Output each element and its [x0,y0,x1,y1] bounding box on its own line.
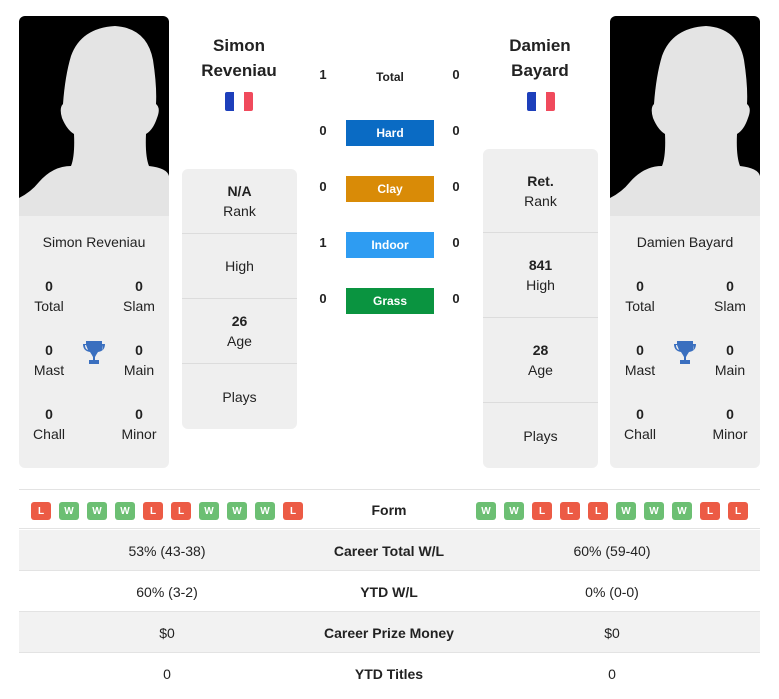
player2-rank: Ret. Rank [483,149,598,233]
form-loss-badge[interactable]: L [171,502,191,520]
surface-clay-button[interactable]: Clay [346,176,434,202]
player2-titles-total: 0 Total [625,278,655,314]
player-silhouette-icon [610,26,760,216]
trophy-icon [673,340,697,371]
player1-photo [19,16,169,216]
player2-stat-value: 0% (0-0) [585,583,639,600]
france-flag-icon [527,92,555,111]
player1-stat-value: 0 [163,665,171,682]
h2h-clay-p2: 0 [452,179,460,194]
h2h-indoor-p2: 0 [452,235,460,250]
form-win-badge[interactable]: W [255,502,275,520]
player2-photo [610,16,760,216]
player2-age: 28 Age [483,318,598,403]
player1-stat-value: 53% (43-38) [128,542,206,559]
form-win-badge[interactable]: W [87,502,107,520]
france-flag-icon [225,92,253,111]
player2-titles-mast: 0 Mast [624,342,656,378]
stat-label: YTD Titles [354,665,424,682]
player1-titles-mast: 0 Mast [33,342,65,378]
form-win-badge[interactable]: W [504,502,524,520]
player2-titles-slam: 0 Slam [714,278,746,314]
player2-card: Damien Bayard 0 Total 0 Slam 0 Mast 0 Main 0… [610,16,760,468]
stat-row-career-total-wl: 53% (43-38) Career Total W/L 60% (59-40) [19,530,760,571]
player2-plays: Plays [523,427,558,444]
h2h-hard-p1: 0 [319,123,327,138]
player-silhouette-icon [19,26,169,216]
h2h-indoor-p1: 1 [319,235,327,250]
form-label: Form [371,502,407,518]
form-win-badge[interactable]: W [115,502,135,520]
player1-plays: Plays [222,388,257,405]
player2-info-box: Ret. Rank 841 High 28 Age Plays [483,149,598,468]
player1-high: High [182,234,297,299]
stat-row-career-prize-money: $0 Career Prize Money $0 [19,612,760,653]
player1-stat-value: 60% (3-2) [136,583,198,600]
player2-stat-value: 0 [608,665,616,682]
h2h-total-p1: 1 [319,67,327,82]
player1-titles-main: 0 Main [123,342,155,378]
player1-rank: N/A Rank [182,169,297,234]
player1-age: 26 Age [182,299,297,364]
stat-row-ytd-titles: 0 YTD Titles 0 [19,653,760,694]
form-loss-badge[interactable]: L [728,502,748,520]
form-loss-badge[interactable]: L [700,502,720,520]
h2h-grass-p2: 0 [452,291,460,306]
form-loss-badge[interactable]: L [31,502,51,520]
stat-row-ytd-wl: 60% (3-2) YTD W/L 0% (0-0) [19,571,760,612]
form-win-badge[interactable]: W [672,502,692,520]
player1-titles-chall: 0 Chall [33,406,65,442]
form-loss-badge[interactable]: L [560,502,580,520]
player2-high: 841 High [483,233,598,318]
form-loss-badge[interactable]: L [532,502,552,520]
stat-label: YTD W/L [360,583,418,600]
player1-name[interactable]: Simon Reveniau [169,33,309,83]
h2h-clay-p1: 0 [319,179,327,194]
h2h-total-p2: 0 [452,67,460,82]
h2h-hard-p2: 0 [452,123,460,138]
player2-stat-value: $0 [604,624,620,641]
trophy-icon [82,340,106,371]
form-loss-badge[interactable]: L [143,502,163,520]
player2-name[interactable]: Damien Bayard [470,33,610,83]
player2-titles-main: 0 Main [714,342,746,378]
stat-label: Career Total W/L [333,542,445,559]
player1-card: Simon Reveniau 0 Total 0 Slam 0 Mast 0 Main … [19,16,169,468]
h2h-total-label: Total [376,70,404,84]
player1-info-box: N/A Rank High 26 Age Plays [182,169,297,429]
player2-card-name: Damien Bayard [636,234,734,250]
surface-hard-button[interactable]: Hard [346,120,434,146]
player1-titles-slam: 0 Slam [123,278,155,314]
surface-grass-button[interactable]: Grass [346,288,434,314]
form-win-badge[interactable]: W [616,502,636,520]
form-row: LWWWLLWWWL Form WWLLLWWWLL [19,489,760,529]
stat-label: Career Prize Money [324,624,454,641]
player2-stat-value: 60% (59-40) [573,542,651,559]
player2-titles-minor: 0 Minor [712,406,748,442]
player1-titles-total: 0 Total [34,278,64,314]
form-win-badge[interactable]: W [644,502,664,520]
surface-indoor-button[interactable]: Indoor [346,232,434,258]
form-win-badge[interactable]: W [227,502,247,520]
player2-titles-chall: 0 Chall [624,406,656,442]
player1-card-name: Simon Reveniau [42,234,146,250]
player1-titles-minor: 0 Minor [121,406,157,442]
form-loss-badge[interactable]: L [283,502,303,520]
form-loss-badge[interactable]: L [588,502,608,520]
player1-stat-value: $0 [159,624,175,641]
form-win-badge[interactable]: W [199,502,219,520]
form-win-badge[interactable]: W [59,502,79,520]
h2h-grass-p1: 0 [319,291,327,306]
form-win-badge[interactable]: W [476,502,496,520]
